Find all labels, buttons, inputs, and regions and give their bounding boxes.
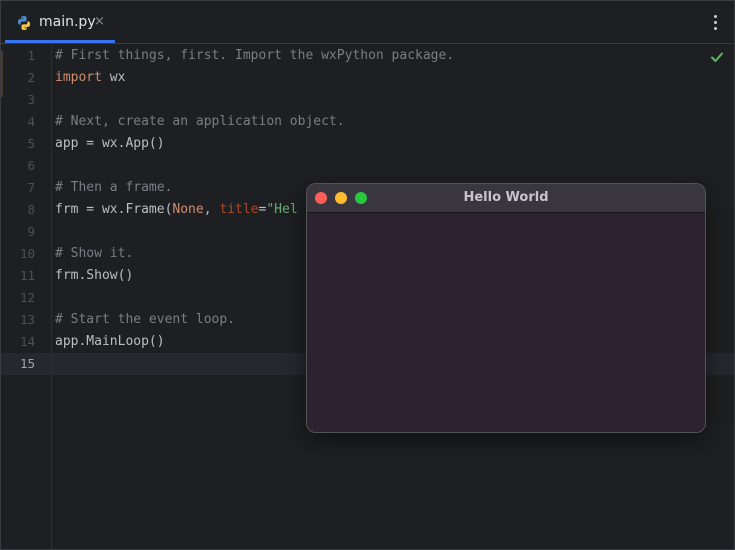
code-text: # Next, create an application object. (55, 111, 345, 133)
line-number: 9 (27, 224, 35, 239)
minimize-window-button[interactable] (335, 192, 347, 204)
window-titlebar[interactable]: Hello World (307, 184, 705, 213)
line-number: 11 (19, 268, 35, 283)
code-token: frm = wx.Frame( (55, 202, 173, 217)
code-token: # Next, create an application object. (55, 114, 345, 129)
line-number: 13 (19, 312, 35, 327)
line-number: 5 (27, 136, 35, 151)
code-token: app.MainLoop() (55, 334, 165, 349)
close-window-button[interactable] (315, 192, 327, 204)
code-text: frm.Show() (55, 265, 133, 287)
tab-close-button[interactable]: × (94, 14, 105, 29)
code-token: None (172, 202, 204, 217)
code-token: # Show it. (55, 246, 134, 261)
line-number: 15 (19, 356, 35, 371)
line-number: 4 (27, 114, 35, 129)
python-icon (18, 16, 30, 30)
line-number: 10 (19, 246, 35, 261)
tab-label: main.py (39, 14, 96, 30)
line-number: 7 (27, 180, 35, 195)
code-token: "Hel (266, 202, 298, 217)
code-text: frm = wx.Frame(None, title="Hel (55, 199, 298, 221)
code-text: import wx (55, 67, 125, 89)
line-number: 14 (19, 334, 35, 349)
code-token: import (55, 70, 102, 85)
line-number: 6 (27, 158, 35, 173)
code-line[interactable]: 6 (1, 155, 734, 177)
code-token: # Start the event loop. (55, 312, 236, 327)
code-line[interactable]: 4 # Next, create an application object. (1, 111, 734, 133)
code-line[interactable]: 2 import wx (1, 67, 734, 89)
more-vertical-icon[interactable] (712, 15, 718, 31)
code-token: title (219, 202, 259, 217)
code-text: # First things, first. Import the wxPyth… (55, 45, 454, 67)
line-number: 3 (27, 92, 35, 107)
window-content (307, 213, 705, 432)
code-token: # First things, first. Import the wxPyth… (55, 48, 455, 63)
code-token: app = wx.App() (55, 136, 165, 151)
code-text: app.MainLoop() (55, 331, 165, 353)
zoom-window-button[interactable] (355, 192, 367, 204)
code-token: frm.Show() (55, 268, 134, 283)
code-token: wx (101, 70, 126, 85)
code-line[interactable]: 3 (1, 89, 734, 111)
line-number: 8 (27, 202, 35, 217)
code-token: , (203, 202, 220, 217)
ide-window: main.py × 1 # First things, first. Import… (0, 0, 735, 550)
code-line[interactable]: 1 # First things, first. Import the wxPyt… (1, 45, 734, 67)
tab-main-py[interactable]: main.py × (5, 1, 115, 43)
line-number: 12 (19, 290, 35, 305)
line-number: 1 (27, 48, 35, 63)
code-text: # Start the event loop. (55, 309, 235, 331)
line-number: 2 (27, 70, 35, 85)
editor-tab-bar: main.py × (1, 1, 734, 44)
hello-world-window[interactable]: Hello World (306, 183, 706, 433)
code-text: # Show it. (55, 243, 133, 265)
code-token: # Then a frame. (55, 180, 173, 195)
code-line[interactable]: 5 app = wx.App() (1, 133, 734, 155)
code-text: app = wx.App() (55, 133, 165, 155)
code-text: # Then a frame. (55, 177, 172, 199)
